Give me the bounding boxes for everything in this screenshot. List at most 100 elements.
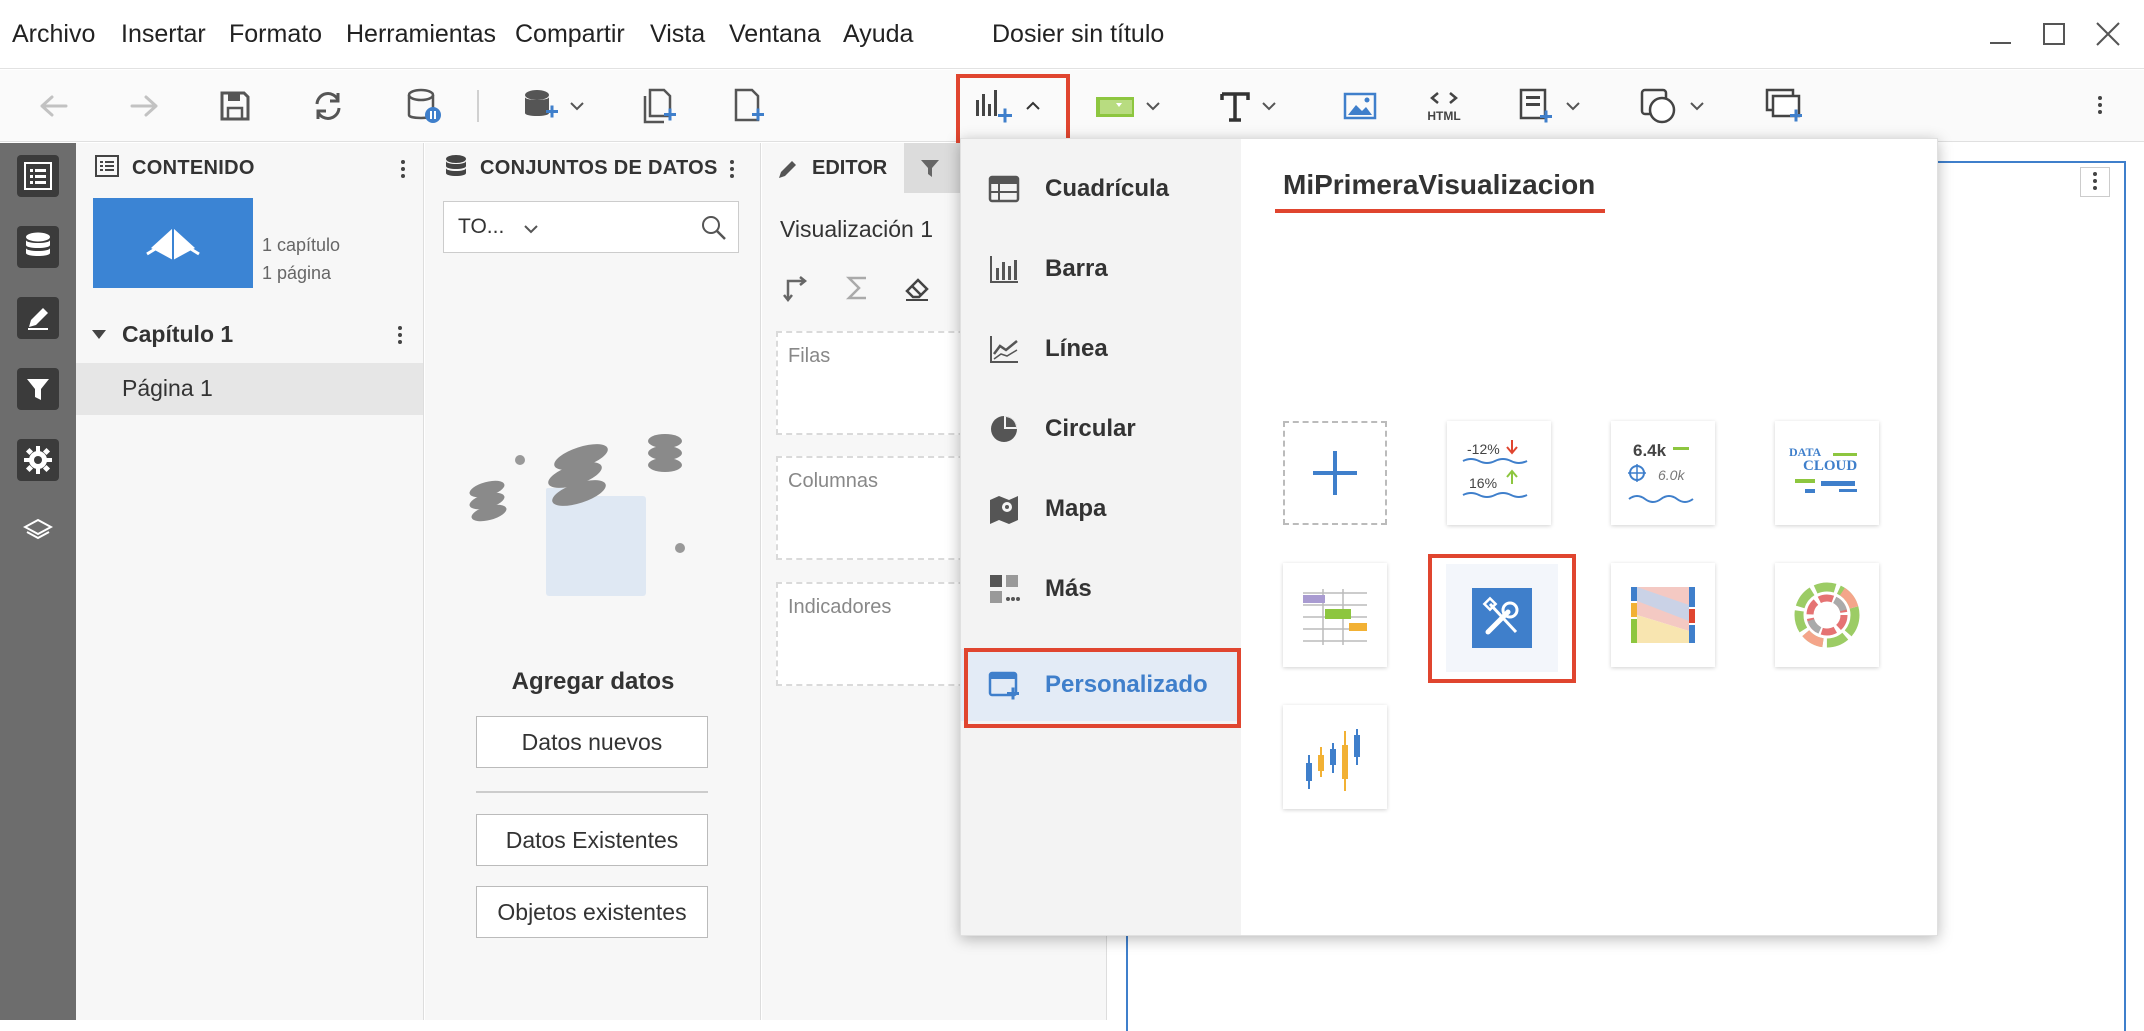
chapter-more-icon[interactable] [396, 323, 404, 349]
panel-stack-icon[interactable] [1516, 84, 1582, 128]
category-map-label: Mapa [1045, 495, 1107, 522]
datasets-more-icon[interactable] [728, 157, 736, 183]
highlight-custom-category [964, 648, 1241, 728]
minimize-icon[interactable] [1980, 14, 2020, 54]
html-label: HTML [1427, 108, 1461, 123]
existing-objects-button[interactable]: Objetos existentes [476, 886, 708, 938]
search-icon[interactable] [700, 214, 728, 242]
category-grid-label: Cuadrícula [1045, 175, 1170, 202]
dataset-filter-select[interactable]: TO... [443, 201, 739, 253]
menu-archivo[interactable]: Archivo [12, 20, 95, 49]
stat-visual-tile[interactable]: 6.4k 6.0k [1611, 421, 1715, 525]
swap-axes-icon[interactable] [782, 273, 812, 303]
contents-panel: CONTENIDO 1 capítulo 1 página Capítulo 1… [76, 143, 424, 1020]
shapes-icon[interactable] [1638, 84, 1706, 128]
custom-tool-visual-tile[interactable] [1446, 564, 1558, 672]
data-cloud-visual-tile[interactable]: DATA CLOUD [1775, 421, 1879, 525]
candlestick-visual-tile[interactable] [1283, 705, 1387, 809]
menu-ventana[interactable]: Ventana [729, 20, 821, 49]
datasets-icon[interactable] [17, 226, 59, 268]
dossier-thumbnail[interactable] [93, 198, 253, 288]
dataset-filter-value: TO... [458, 215, 505, 238]
layers-icon[interactable] [17, 510, 59, 552]
tab-filter[interactable] [904, 143, 964, 193]
html-icon[interactable]: HTML [1426, 84, 1462, 128]
page-item[interactable]: Página 1 [76, 363, 423, 415]
redo-icon[interactable] [126, 84, 162, 128]
chevron-down-icon[interactable] [568, 97, 586, 115]
filter-funnel-icon[interactable] [17, 368, 59, 410]
category-pie[interactable]: Circular [961, 389, 1241, 469]
new-data-button[interactable]: Datos nuevos [476, 716, 708, 768]
datasets-title: CONJUNTOS DE DATOS [480, 157, 718, 179]
stat-tile-top-value: 6.4k [1633, 441, 1667, 460]
add-data-title: Agregar datos [511, 668, 675, 695]
close-icon[interactable] [2088, 14, 2128, 54]
image-icon[interactable] [1342, 84, 1378, 128]
map-icon [990, 496, 1018, 524]
chevron-down-icon[interactable] [1564, 97, 1582, 115]
caret-down-icon[interactable] [90, 325, 108, 343]
filter-icon[interactable] [1094, 84, 1162, 128]
chevron-down-icon[interactable] [1260, 97, 1278, 115]
duplicate-page-icon[interactable] [640, 84, 678, 128]
pencil-icon [779, 161, 796, 178]
visualization-name[interactable]: Visualización 1 [780, 216, 933, 243]
visualization-more-icon[interactable] [2080, 167, 2110, 197]
stat-tile-bottom-value: 6.0k [1658, 467, 1685, 483]
sum-icon[interactable] [844, 273, 872, 303]
menu-herramientas[interactable]: Herramientas [346, 20, 496, 49]
sankey-visual-tile[interactable] [1611, 563, 1715, 667]
text-icon[interactable] [1218, 84, 1278, 128]
plus-icon [1313, 451, 1357, 495]
data-pause-icon[interactable] [404, 84, 444, 128]
settings-gear-icon[interactable] [17, 439, 59, 481]
category-grid[interactable]: Cuadrícula [961, 149, 1241, 229]
category-map[interactable]: Mapa [961, 469, 1241, 549]
save-icon[interactable] [218, 84, 252, 128]
sankey-chart-icon [1631, 587, 1695, 643]
thumb-chapter-count: 1 capítulo [262, 235, 341, 255]
menu-formato[interactable]: Formato [229, 20, 322, 49]
chevron-down-icon[interactable] [1688, 97, 1706, 115]
toolbar: HTML [0, 70, 2144, 142]
new-page-icon[interactable] [730, 84, 768, 128]
kpi-tile-top-value: -12% [1467, 441, 1500, 457]
cloud-tile-word-2: CLOUD [1803, 458, 1858, 474]
sunburst-chart-icon [1794, 582, 1860, 648]
chevron-down-icon[interactable] [1144, 97, 1162, 115]
left-rail [0, 143, 76, 1020]
metrics-label: Indicadores [788, 596, 892, 618]
category-bar[interactable]: Barra [961, 229, 1241, 309]
menu-compartir[interactable]: Compartir [515, 20, 625, 49]
gantt-visual-tile[interactable] [1283, 563, 1387, 667]
kpi-visual-tile[interactable]: -12% 16% [1447, 421, 1551, 525]
divider [476, 791, 708, 793]
category-line[interactable]: Línea [961, 309, 1241, 389]
maximize-icon[interactable] [2034, 14, 2074, 54]
menu-insertar[interactable]: Insertar [121, 20, 206, 49]
document-title: Dosier sin título [992, 20, 1165, 48]
eraser-icon[interactable] [902, 273, 932, 303]
more-icon[interactable] [2096, 84, 2104, 128]
chapter-title[interactable]: Capítulo 1 [122, 321, 233, 348]
sunburst-visual-tile[interactable] [1775, 563, 1879, 667]
visualization-category-list: Cuadrícula Barra Línea Circular Mapa Más… [961, 139, 1241, 935]
add-data-icon[interactable] [520, 84, 586, 128]
refresh-icon[interactable] [310, 84, 346, 128]
contents-list-icon [95, 155, 119, 177]
existing-data-button[interactable]: Datos Existentes [476, 814, 708, 866]
contents-icon[interactable] [17, 155, 59, 197]
menu-ayuda[interactable]: Ayuda [843, 20, 913, 49]
contents-title: CONTENIDO [132, 157, 255, 179]
tab-editor[interactable]: EDITOR [762, 143, 904, 193]
format-pencil-icon[interactable] [17, 297, 59, 339]
category-more[interactable]: Más [961, 549, 1241, 629]
copy-icon[interactable] [1764, 84, 1804, 128]
contents-more-icon[interactable] [399, 157, 407, 183]
thumb-page-count: 1 página [262, 263, 332, 283]
empty-data-illustration [469, 434, 685, 596]
add-custom-visual-tile[interactable] [1283, 421, 1387, 525]
menu-vista[interactable]: Vista [650, 20, 705, 49]
undo-icon[interactable] [36, 84, 72, 128]
